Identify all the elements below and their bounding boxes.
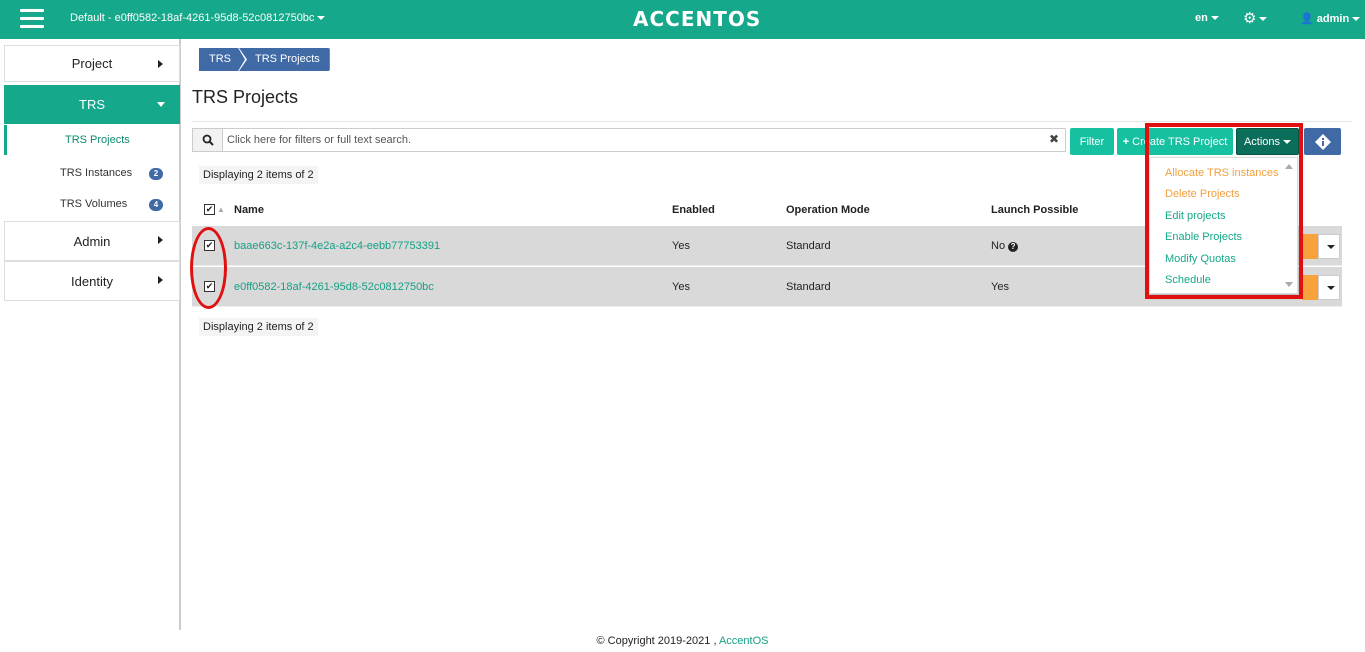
scroll-up-arrow-icon[interactable] <box>1285 164 1293 169</box>
sidebar-item-label: TRS <box>79 97 105 112</box>
user-icon: 👤 <box>1300 13 1314 25</box>
sidebar-item-label: Admin <box>73 233 111 249</box>
sidebar-item-trs-instances[interactable]: TRS Instances 2 <box>4 159 180 189</box>
project-switcher[interactable]: Default - e0ff0582-18af-4261-95d8-52c081… <box>70 12 326 24</box>
row-actions <box>1302 234 1342 259</box>
user-name: admin <box>1316 13 1350 25</box>
chevron-down-icon <box>1326 285 1335 290</box>
row-action-button[interactable] <box>1302 275 1318 300</box>
menu-item-enable-projects[interactable]: Enable Projects <box>1165 231 1242 243</box>
footer: © Copyright 2019-2021 , AccentOS <box>0 635 1365 647</box>
checkbox-checked-icon: ✔ <box>204 204 215 215</box>
search-input[interactable] <box>227 129 1047 151</box>
sidebar-item-project[interactable]: Project <box>4 45 180 82</box>
filter-button[interactable]: Filter <box>1070 128 1114 155</box>
sidebar-item-trs-volumes[interactable]: TRS Volumes 4 <box>4 190 180 220</box>
row-actions-dropdown-toggle[interactable] <box>1318 275 1340 300</box>
operation-mode-value: Standard <box>786 240 831 252</box>
question-circle-icon[interactable]: ? <box>1008 242 1019 252</box>
project-switcher-label: Default - e0ff0582-18af-4261-95d8-52c081… <box>70 12 315 24</box>
page-title: TRS Projects <box>192 87 299 107</box>
chevron-down-icon <box>1259 17 1268 22</box>
sidebar-item-label: TRS Volumes <box>60 198 128 210</box>
launch-possible-value: No <box>991 240 1006 252</box>
user-menu[interactable]: 👤 admin <box>1300 12 1361 25</box>
menu-item-modify-quotas[interactable]: Modify Quotas <box>1165 253 1236 265</box>
language-label: en <box>1195 12 1208 24</box>
plus-icon: + <box>1122 135 1130 148</box>
menu-item-edit-projects[interactable]: Edit projects <box>1165 210 1226 222</box>
sidebar-item-admin[interactable]: Admin <box>4 221 180 261</box>
project-name-link[interactable]: e0ff0582-18af-4261-95d8-52c0812750bc <box>234 281 434 293</box>
menu-item-allocate-trs-instances[interactable]: Allocate TRS instances <box>1165 167 1279 179</box>
column-header-operation-mode[interactable]: Operation Mode <box>786 204 870 216</box>
row-checkbox[interactable]: ✔ <box>204 281 215 292</box>
menu-hamburger-icon[interactable] <box>20 9 44 29</box>
items-count: Displaying 2 items of 2 <box>199 166 318 184</box>
column-header-name[interactable]: Name <box>234 204 264 216</box>
create-button-label: Create TRS Project <box>1132 135 1228 148</box>
sidebar-item-label: TRS Instances <box>60 167 133 179</box>
sidebar-item-label: TRS Projects <box>65 134 130 146</box>
menu-item-delete-projects[interactable]: Delete Projects <box>1165 188 1240 200</box>
sidebar-item-identity[interactable]: Identity <box>4 261 180 301</box>
logo: ACCENTOS <box>633 7 762 31</box>
scroll-down-arrow-icon[interactable] <box>1285 282 1293 287</box>
chevron-right-icon <box>158 276 163 284</box>
chevron-down-icon <box>157 102 165 107</box>
chevron-right-icon <box>158 60 163 68</box>
chevron-down-icon <box>1210 16 1219 21</box>
sidebar: Project TRS TRS Projects TRS Instances 2 … <box>0 39 181 630</box>
sidebar-item-label: Project <box>71 56 113 71</box>
operation-mode-value: Standard <box>786 281 831 293</box>
count-badge: 4 <box>149 199 163 211</box>
row-checkbox[interactable]: ✔ <box>204 240 215 251</box>
gear-icon: ⚙ <box>1243 10 1257 27</box>
chevron-down-icon <box>1352 17 1361 22</box>
select-all-checkbox[interactable]: ✔ ▲ <box>204 203 225 215</box>
column-header-enabled[interactable]: Enabled <box>672 204 715 216</box>
enabled-value: Yes <box>672 281 690 293</box>
launch-possible-cell: No ? <box>991 240 1019 252</box>
help-button[interactable] <box>1304 128 1341 155</box>
sidebar-item-trs[interactable]: TRS <box>4 85 180 124</box>
column-header-launch-possible[interactable]: Launch Possible <box>991 204 1078 216</box>
chevron-down-icon <box>317 16 326 21</box>
project-name-link[interactable]: baae663c-137f-4e2a-a2c4-eebb77753391 <box>234 240 440 252</box>
actions-dropdown-menu: Allocate TRS instances Delete Projects E… <box>1149 157 1298 294</box>
row-action-button[interactable] <box>1302 234 1318 259</box>
chevron-right-icon <box>158 236 163 244</box>
create-trs-project-button[interactable]: + Create TRS Project <box>1117 128 1233 155</box>
sort-up-icon: ▲ <box>217 205 225 214</box>
enabled-value: Yes <box>672 240 690 252</box>
language-selector[interactable]: en <box>1195 12 1219 24</box>
close-icon[interactable]: ✖ <box>1049 132 1059 146</box>
divider <box>192 121 1352 122</box>
actions-button-label: Actions <box>1243 135 1281 148</box>
copyright-text: © Copyright 2019-2021 , <box>596 635 719 647</box>
count-badge: 2 <box>149 168 163 180</box>
info-diamond-icon <box>1314 133 1331 150</box>
top-navbar: Default - e0ff0582-18af-4261-95d8-52c081… <box>0 0 1365 39</box>
breadcrumb-item-trs-projects[interactable]: TRS Projects <box>239 48 330 71</box>
sidebar-item-label: Identity <box>71 273 113 289</box>
row-actions <box>1302 275 1342 300</box>
breadcrumb: TRS TRS Projects <box>199 48 330 71</box>
actions-dropdown-button[interactable]: Actions <box>1236 128 1299 155</box>
footer-link[interactable]: AccentOS <box>719 635 769 647</box>
chevron-down-icon <box>1283 139 1292 144</box>
launch-possible-value: Yes <box>991 281 1009 293</box>
breadcrumb-item-trs[interactable]: TRS <box>199 48 245 71</box>
theme-settings-dropdown[interactable]: ⚙ <box>1243 9 1268 27</box>
row-actions-dropdown-toggle[interactable] <box>1318 234 1340 259</box>
chevron-down-icon <box>1326 244 1335 249</box>
items-count-bottom: Displaying 2 items of 2 <box>199 318 318 336</box>
sidebar-item-trs-projects[interactable]: TRS Projects <box>4 125 180 155</box>
search-icon[interactable] <box>193 129 223 151</box>
menu-item-schedule[interactable]: Schedule <box>1165 274 1211 286</box>
search-bar: ✖ <box>192 128 1066 152</box>
